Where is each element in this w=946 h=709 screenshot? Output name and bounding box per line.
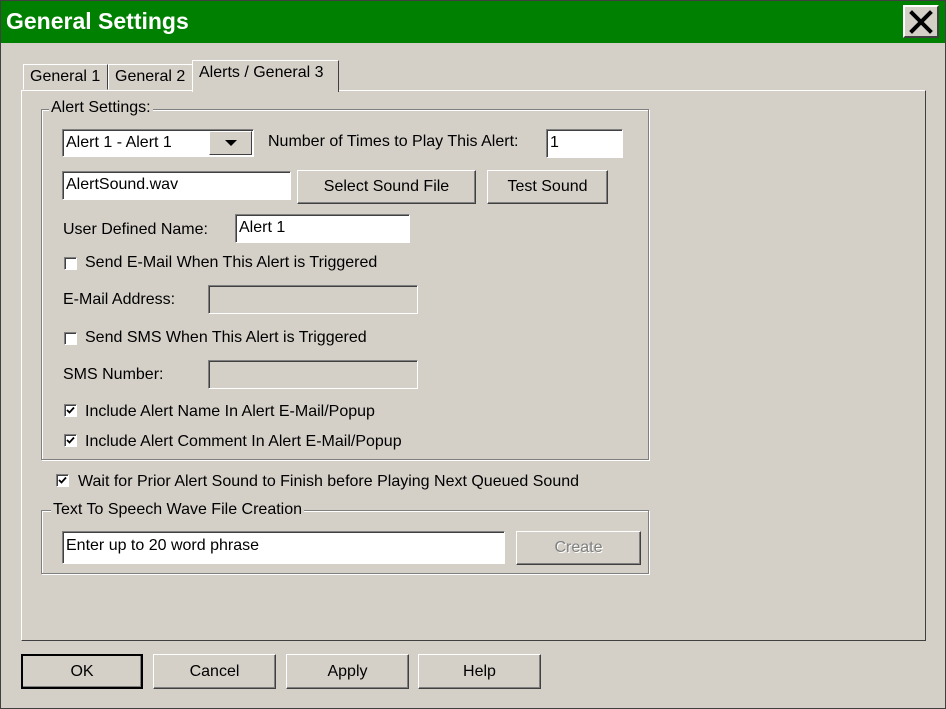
send-email-checkbox[interactable] bbox=[64, 257, 77, 270]
cancel-label: Cancel bbox=[189, 662, 240, 680]
checkmark-icon bbox=[66, 406, 75, 414]
send-sms-label[interactable]: Send SMS When This Alert is Triggered bbox=[85, 329, 367, 347]
apply-label: Apply bbox=[327, 662, 368, 680]
chevron-down-icon bbox=[224, 140, 237, 146]
include-comment-checkbox[interactable] bbox=[64, 434, 77, 447]
email-address-input[interactable] bbox=[208, 285, 418, 314]
times-input[interactable]: 1 bbox=[546, 129, 623, 158]
close-icon bbox=[909, 9, 933, 34]
email-address-label: E-Mail Address: bbox=[63, 291, 176, 308]
sms-number-input[interactable] bbox=[208, 360, 418, 389]
checkmark-icon bbox=[66, 436, 75, 444]
include-name-label[interactable]: Include Alert Name In Alert E-Mail/Popup bbox=[85, 403, 375, 421]
close-button[interactable] bbox=[903, 5, 939, 38]
tab-general-1[interactable]: General 1 bbox=[23, 64, 108, 90]
sound-file-input[interactable]: AlertSound.wav bbox=[62, 171, 291, 200]
ok-label: OK bbox=[70, 662, 94, 680]
select-sound-file-label: Select Sound File bbox=[323, 178, 450, 195]
tab-general-2[interactable]: General 2 bbox=[108, 64, 193, 90]
wait-prior-label[interactable]: Wait for Prior Alert Sound to Finish bef… bbox=[78, 473, 579, 491]
create-label: Create bbox=[554, 539, 603, 556]
help-label: Help bbox=[463, 662, 496, 680]
create-button[interactable]: Create bbox=[516, 531, 641, 565]
alert-select-value: Alert 1 - Alert 1 bbox=[66, 134, 172, 151]
tts-group-label: Text To Speech Wave File Creation bbox=[51, 501, 305, 519]
alert-settings-label: Alert Settings: bbox=[49, 99, 153, 117]
sms-number-label: SMS Number: bbox=[63, 366, 164, 383]
cancel-button[interactable]: Cancel bbox=[153, 654, 276, 689]
send-email-label[interactable]: Send E-Mail When This Alert is Triggered bbox=[85, 254, 377, 272]
test-sound-button[interactable]: Test Sound bbox=[487, 170, 608, 204]
apply-button[interactable]: Apply bbox=[286, 654, 409, 689]
test-sound-label: Test Sound bbox=[507, 178, 588, 195]
tab-alerts-general-3[interactable]: Alerts / General 3 bbox=[192, 60, 339, 92]
send-sms-checkbox[interactable] bbox=[64, 332, 77, 345]
tab-label: General 2 bbox=[115, 68, 186, 85]
alert-select-dropdown-button[interactable] bbox=[209, 131, 252, 155]
wait-prior-checkbox[interactable] bbox=[56, 474, 69, 487]
tab-label: General 1 bbox=[30, 68, 101, 85]
user-defined-name-label: User Defined Name: bbox=[63, 221, 208, 238]
include-comment-label[interactable]: Include Alert Comment In Alert E-Mail/Po… bbox=[85, 433, 402, 451]
select-sound-file-button[interactable]: Select Sound File bbox=[297, 170, 476, 204]
window-title: General Settings bbox=[6, 8, 189, 34]
help-button[interactable]: Help bbox=[418, 654, 541, 689]
user-defined-name-input[interactable]: Alert 1 bbox=[235, 214, 410, 243]
include-name-checkbox[interactable] bbox=[64, 404, 77, 417]
checkmark-icon bbox=[58, 476, 67, 484]
tts-phrase-input[interactable]: Enter up to 20 word phrase bbox=[62, 531, 505, 564]
ok-button[interactable]: OK bbox=[21, 654, 143, 689]
times-label: Number of Times to Play This Alert: bbox=[268, 133, 519, 150]
tab-label: Alerts / General 3 bbox=[199, 64, 324, 81]
